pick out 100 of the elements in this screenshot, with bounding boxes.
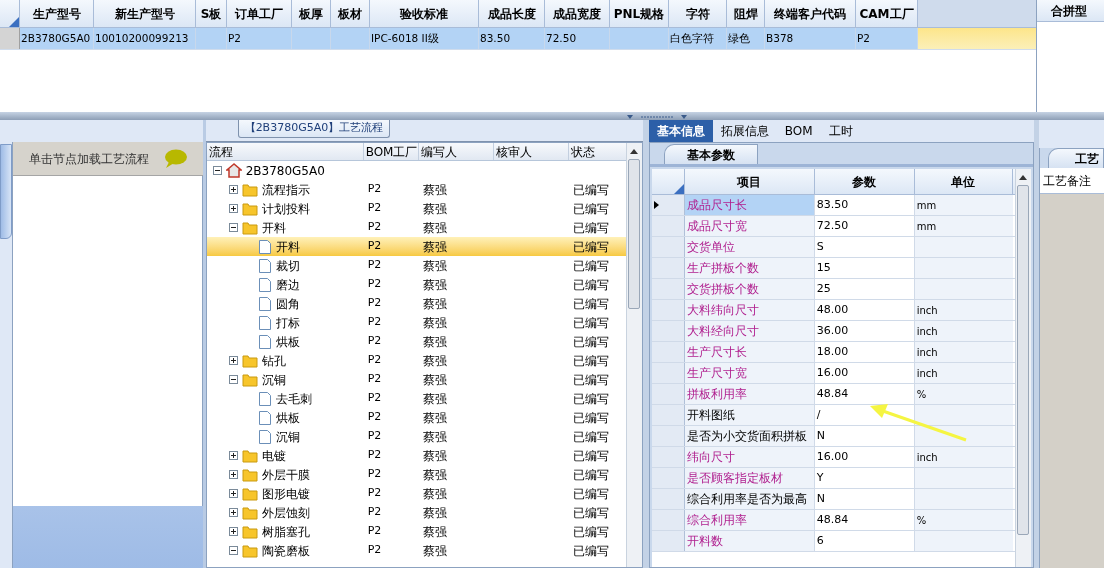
table-cell[interactable]: 48.84 — [814, 384, 915, 404]
table-cell[interactable]: 48.00 — [814, 300, 915, 320]
table-cell: IPC-6018 II级 — [370, 28, 479, 49]
tree-row[interactable]: 钻孔 P2 蔡强 已编写 — [206, 351, 626, 370]
column-header[interactable]: 成品宽度 — [545, 0, 610, 27]
scrollbar[interactable] — [625, 143, 642, 567]
column-header[interactable]: 编写人 — [418, 143, 494, 160]
tree-row[interactable]: 磨边 P2 蔡强 已编写 — [206, 275, 626, 294]
tree-row[interactable]: 开料 P2 蔡强 已编写 — [206, 237, 626, 256]
scrollbar-thumb[interactable] — [1017, 185, 1030, 535]
tree-row[interactable]: 外层蚀刻 P2 蔡强 已编写 — [206, 503, 626, 522]
expand-icon[interactable] — [228, 508, 238, 517]
collapse-icon[interactable] — [228, 375, 238, 384]
tree-row[interactable]: 外层干膜 P2 蔡强 已编写 — [206, 465, 626, 484]
table-row[interactable]: 2B3780G5A0 10010200099213 P2 IPC-6018 II级 83.50 72.50 白色字符 绿色 B378 P2 — [0, 28, 1036, 50]
folder-icon — [241, 505, 258, 520]
table-cell: 已编写 — [572, 201, 609, 216]
tree-node-label: 流程指示 — [261, 181, 310, 199]
panel-title-tab[interactable]: 【2B3780G5A0】工艺流程 — [237, 120, 391, 138]
column-header[interactable]: 成品长度 — [479, 0, 545, 27]
column-header[interactable]: 单位 — [914, 169, 1013, 194]
scroll-up-icon[interactable] — [1019, 173, 1028, 183]
tree-row[interactable]: 计划投料 P2 蔡强 已编写 — [206, 199, 626, 218]
column-header[interactable]: 验收标准 — [370, 0, 479, 27]
tree-row[interactable]: 开料 P2 蔡强 已编写 — [206, 218, 626, 237]
tab[interactable]: 工艺 — [1048, 148, 1104, 168]
table-cell[interactable]: 83.50 — [814, 195, 915, 215]
expand-icon[interactable] — [228, 356, 238, 365]
scrollbar-thumb[interactable] — [628, 159, 641, 309]
expand-icon[interactable] — [228, 451, 238, 460]
tree-row[interactable]: 烘板 P2 蔡强 已编写 — [206, 408, 626, 427]
expand-icon[interactable] — [228, 527, 238, 536]
table-cell[interactable]: N — [814, 489, 915, 509]
tree-node-label: 磨边 — [275, 276, 300, 294]
tab[interactable]: BOM — [776, 120, 821, 142]
table-cell: 83.50 — [479, 28, 545, 49]
table-cell: inch — [914, 447, 1013, 467]
row-header[interactable] — [651, 195, 685, 215]
tree-row[interactable]: 树脂塞孔 P2 蔡强 已编写 — [206, 522, 626, 541]
table-cell[interactable]: 18.00 — [814, 342, 915, 362]
current-cell[interactable] — [918, 28, 1036, 49]
expand-icon[interactable] — [228, 204, 238, 213]
column-header[interactable]: BOM工厂 — [363, 143, 419, 160]
table-cell[interactable]: 72.50 — [814, 216, 915, 236]
column-header[interactable]: 流程 — [206, 143, 364, 160]
tab[interactable]: 拓展信息 — [712, 120, 777, 142]
collapse-icon[interactable] — [228, 223, 238, 232]
side-tab[interactable] — [0, 144, 12, 239]
table-cell: 已编写 — [572, 315, 609, 330]
tree-row[interactable]: 流程指示 P2 蔡强 已编写 — [206, 180, 626, 199]
tree-row[interactable]: 沉铜 P2 蔡强 已编写 — [206, 370, 626, 389]
expand-icon[interactable] — [228, 470, 238, 479]
column-header[interactable]: 生产型号 — [20, 0, 94, 27]
scroll-up-icon[interactable] — [630, 147, 639, 157]
column-header[interactable]: 项目 — [684, 169, 815, 194]
collapse-icon[interactable] — [212, 166, 222, 175]
expand-icon[interactable] — [228, 489, 238, 498]
column-header[interactable]: 字符 — [669, 0, 727, 27]
table-cell[interactable]: 48.84 — [814, 510, 915, 530]
tree-row[interactable]: 陶瓷磨板 P2 蔡强 已编写 — [206, 541, 626, 560]
tree-row[interactable]: 图形电镀 P2 蔡强 已编写 — [206, 484, 626, 503]
tree-row[interactable]: 打标 P2 蔡强 已编写 — [206, 313, 626, 332]
column-header[interactable]: 板材 — [331, 0, 370, 27]
tab[interactable]: 基本参数 — [663, 144, 758, 164]
table-cell[interactable]: 16.00 — [814, 363, 915, 383]
table-cell[interactable]: 36.00 — [814, 321, 915, 341]
tree-node-label: 计划投料 — [261, 200, 310, 218]
collapse-icon[interactable] — [228, 546, 238, 555]
table-cell: 已编写 — [572, 410, 609, 425]
table-cell[interactable]: N — [814, 426, 915, 446]
table-cell[interactable]: Y — [814, 468, 915, 488]
splitter-grip-icon[interactable] — [627, 115, 687, 120]
column-header[interactable]: 阻焊 — [727, 0, 765, 27]
column-header[interactable]: 参数 — [814, 169, 915, 194]
column-header[interactable]: S板 — [196, 0, 227, 27]
tree-row[interactable]: 烘板 P2 蔡强 已编写 — [206, 332, 626, 351]
table-cell: P2 — [367, 429, 382, 443]
tree-node-label: 打标 — [275, 314, 300, 332]
tree-row[interactable]: 电镀 P2 蔡强 已编写 — [206, 446, 626, 465]
tree-row[interactable]: 裁切 P2 蔡强 已编写 — [206, 256, 626, 275]
column-header[interactable]: 板厚 — [292, 0, 331, 27]
tree-row[interactable]: 去毛刺 P2 蔡强 已编写 — [206, 389, 626, 408]
scrollbar[interactable] — [1014, 169, 1031, 567]
tree-row[interactable]: 2B3780G5A0 — [206, 161, 626, 180]
column-header[interactable]: PNL规格 — [610, 0, 669, 27]
tab[interactable]: 基本信息 — [648, 120, 713, 142]
table-cell: 生产拼板个数 — [684, 258, 815, 278]
table-cell[interactable]: S — [814, 237, 915, 257]
table-cell[interactable]: 25 — [814, 279, 915, 299]
column-header[interactable]: 核审人 — [493, 143, 569, 160]
table-cell[interactable]: 6 — [814, 531, 915, 551]
expand-icon[interactable] — [228, 185, 238, 194]
tree-row[interactable]: 圆角 P2 蔡强 已编写 — [206, 294, 626, 313]
tree-row[interactable]: 沉铜 P2 蔡强 已编写 — [206, 427, 626, 446]
table-cell[interactable]: 16.00 — [814, 447, 915, 467]
column-header[interactable]: 新生产型号 — [94, 0, 196, 27]
column-header[interactable]: 订单工厂 — [227, 0, 292, 27]
tab[interactable]: 工时 — [820, 120, 861, 142]
column-header[interactable]: 终端客户代码 — [765, 0, 856, 27]
table-cell[interactable]: 15 — [814, 258, 915, 278]
